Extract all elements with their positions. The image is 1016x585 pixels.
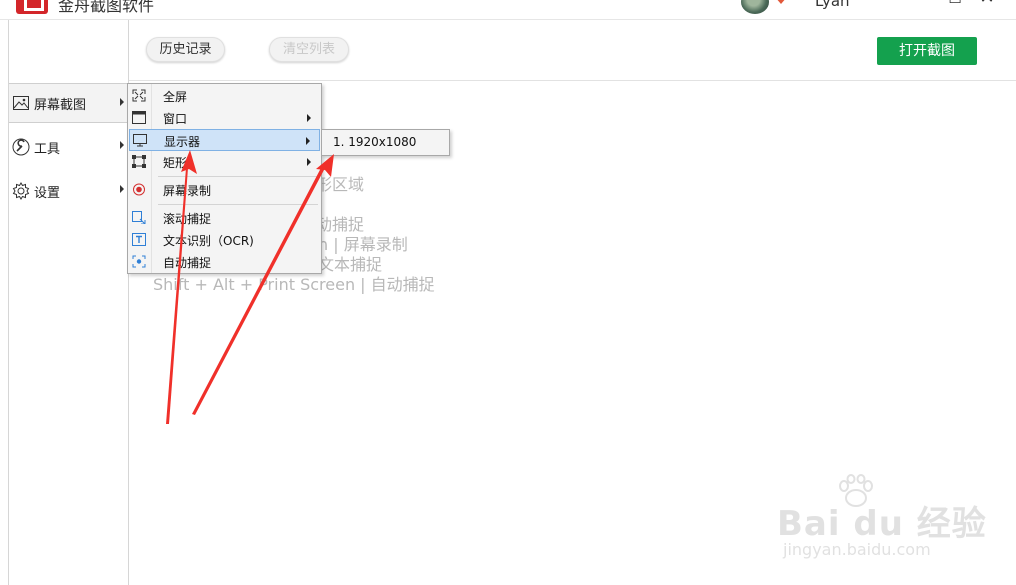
close-button[interactable]: ✕ <box>977 0 997 8</box>
record-icon <box>133 183 145 196</box>
menu-item-label: 窗口 <box>163 112 188 126</box>
menu-item-label: 滚动捕捉 <box>163 212 212 226</box>
menu-item-label: 全屏 <box>163 90 188 104</box>
toolbar: 历史记录 清空列表 打开截图 <box>129 20 1016 81</box>
menu-item-label: 显示器 <box>164 135 201 149</box>
vip-diamond-icon <box>777 0 785 4</box>
window-icon <box>132 111 146 124</box>
menu-item-label: 矩形 <box>163 156 188 170</box>
watermark-url: jingyan.baidu.com <box>783 540 931 559</box>
menu-item-scroll-capture[interactable]: 滚动捕捉 <box>129 207 320 229</box>
rectangle-icon <box>132 155 146 168</box>
chevron-right-icon <box>120 141 124 149</box>
baidu-jingyan-watermark: Bai du 经验 jingyan.baidu.com <box>777 470 986 570</box>
menu-separator <box>158 204 318 205</box>
hotkey-hint: Shift + Alt + Print Screen | 自动捕捉 <box>153 275 435 294</box>
chevron-right-icon <box>120 185 124 193</box>
menu-item-label: 屏幕录制 <box>163 184 212 198</box>
menu-separator <box>158 176 318 177</box>
sidebar: 屏幕截图 工具 设置 <box>8 20 129 585</box>
chevron-right-icon <box>307 114 311 122</box>
menu-item-rectangle[interactable]: 矩形 <box>129 151 320 173</box>
wrench-icon <box>12 138 30 156</box>
gear-icon <box>12 182 30 200</box>
menu-item-monitor[interactable]: 显示器 <box>129 129 320 151</box>
maximize-button[interactable]: ☐ <box>945 0 965 8</box>
scroll-capture-icon <box>132 211 146 224</box>
chevron-right-icon <box>306 137 310 145</box>
image-icon <box>12 94 30 112</box>
app-logo-icon <box>16 0 48 14</box>
menu-item-fullscreen[interactable]: 全屏 <box>129 85 320 107</box>
menu-item-screen-record[interactable]: 屏幕录制 <box>129 179 320 201</box>
sidebar-item-settings[interactable]: 设置 <box>9 171 128 211</box>
chevron-right-icon <box>120 98 124 106</box>
auto-capture-icon <box>132 255 146 268</box>
chevron-right-icon <box>307 158 311 166</box>
avatar[interactable] <box>741 0 769 14</box>
menu-item-window[interactable]: 窗口 <box>129 107 320 129</box>
hotkey-hint: 形区域 <box>316 175 365 194</box>
app-title: 金舟截图软件 <box>58 0 155 15</box>
title-bar: 金舟截图软件 Lyan — ☐ ✕ <box>0 0 1016 20</box>
sidebar-item-tools[interactable]: 工具 <box>9 127 128 167</box>
submenu-item-display-1[interactable]: 1. 1920x1080 <box>323 131 448 154</box>
username[interactable]: Lyan <box>815 0 850 10</box>
fullscreen-icon <box>132 89 146 102</box>
minimize-button[interactable]: — <box>902 0 922 8</box>
capture-mode-menu: 全屏 窗口 显示器 矩形 屏幕录制 滚动捕捉 文本识别（OCR) 自动捕捉 <box>127 83 322 274</box>
menu-item-auto-capture[interactable]: 自动捕捉 <box>129 251 320 273</box>
menu-item-label: 自动捕捉 <box>163 256 212 270</box>
history-button[interactable]: 历史记录 <box>146 37 225 62</box>
monitor-icon <box>133 134 147 147</box>
ocr-text-icon <box>132 233 146 246</box>
sidebar-item-label: 设置 <box>34 185 61 201</box>
monitor-submenu: 1. 1920x1080 <box>321 129 450 156</box>
menu-item-ocr[interactable]: 文本识别（OCR) <box>129 229 320 251</box>
open-screenshot-button[interactable]: 打开截图 <box>877 37 977 65</box>
clear-list-button[interactable]: 清空列表 <box>269 37 349 62</box>
submenu-item-label: 1. 1920x1080 <box>333 135 417 149</box>
sidebar-item-label: 工具 <box>34 141 61 157</box>
watermark-brand: Bai du 经验 <box>777 504 987 544</box>
sidebar-item-screenshot[interactable]: 屏幕截图 <box>9 83 128 123</box>
sidebar-item-label: 屏幕截图 <box>34 97 87 113</box>
menu-item-label: 文本识别（OCR) <box>163 234 254 248</box>
